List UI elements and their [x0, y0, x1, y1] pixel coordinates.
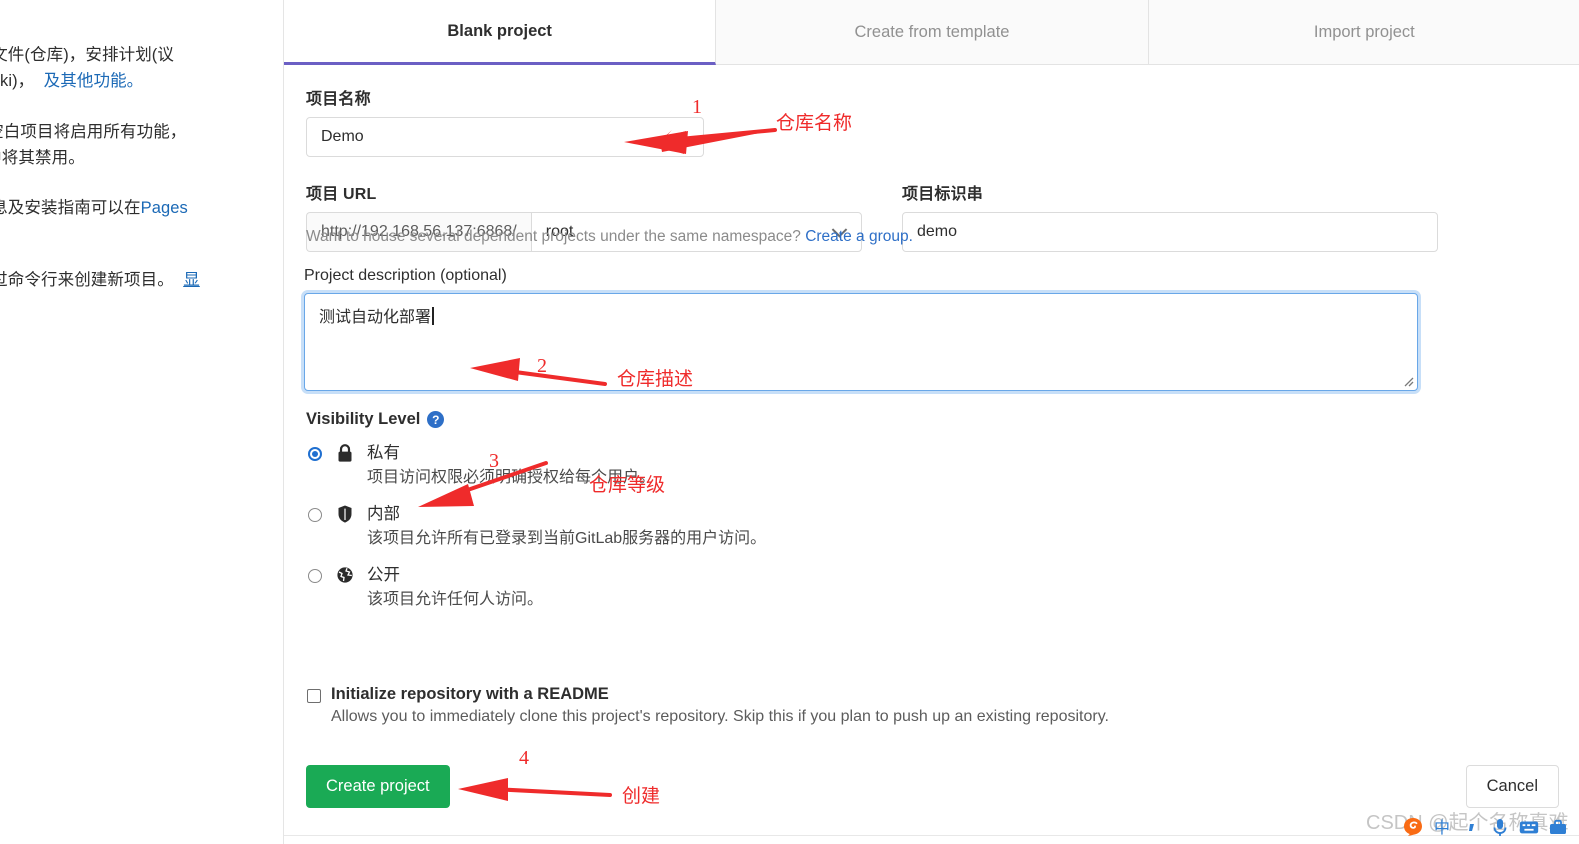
pages-link[interactable]: Pages: [141, 199, 188, 217]
left-article-column: 存放文件(仓库)，安排计划(议 档(wiki)， 及其他功能。 时为空白项目将启…: [0, 0, 282, 844]
visibility-option-public[interactable]: 公开 该项目允许任何人访问。: [306, 563, 1406, 612]
project-name-label: 项目名称: [306, 91, 371, 108]
article-line-7-text: 以通过命令行来创建新项目。: [0, 271, 174, 289]
question-mark-icon[interactable]: ?: [427, 411, 445, 428]
tab-blank-project[interactable]: Blank project: [284, 0, 717, 65]
new-project-panel: Blank project Create from template Impor…: [283, 0, 1579, 844]
chinese-mode-icon[interactable]: 中: [1431, 816, 1453, 838]
readme-label: Initialize repository with a README: [331, 685, 609, 703]
visibility-level-header: Visibility Level ?: [306, 410, 1406, 429]
project-url-label: 项目 URL: [306, 186, 377, 203]
form-actions: Create project Cancel: [306, 765, 1559, 809]
shield-icon: [336, 504, 358, 529]
create-a-group-link[interactable]: Create a group.: [805, 228, 913, 245]
project-description-label: Project description (optional): [304, 267, 507, 284]
project-name-input[interactable]: [306, 117, 704, 157]
visibility-option-private[interactable]: 私有 项目访问权限必须明确授权给每个用户。: [306, 441, 1406, 490]
article-line-5: 的信息及安装指南可以在Pages: [0, 195, 188, 221]
radio-public[interactable]: [308, 569, 322, 583]
svg-text:中: 中: [1434, 819, 1450, 837]
project-slug-field-group: 项目标识串: [902, 180, 1438, 252]
ime-toolbar: 中: [1402, 816, 1579, 838]
article-line-2: 档(wiki)， 及其他功能。: [0, 68, 143, 94]
readme-checkbox[interactable]: [307, 689, 321, 703]
project-type-tabs: Blank project Create from template Impor…: [284, 0, 1579, 65]
visibility-private-title: 私有: [367, 444, 400, 462]
readme-checkbox-line[interactable]: Initialize repository with a README: [306, 685, 1109, 704]
project-slug-label: 项目标识串: [902, 186, 984, 203]
namespace-helper-text: Want to house several dependent projects…: [306, 228, 913, 246]
sogou-logo-icon[interactable]: [1402, 816, 1424, 838]
visibility-internal-text: 内部 该项目允许所有已登录到当前GitLab服务器的用户访问。: [367, 502, 766, 551]
lock-icon: [336, 443, 358, 468]
readme-description: Allows you to immediately clone this pro…: [331, 708, 1109, 725]
other-features-link[interactable]: 及其他功能。: [44, 72, 144, 90]
tab-create-from-template[interactable]: Create from template: [716, 0, 1149, 65]
article-line-5-text: 的信息及安装指南可以在: [0, 199, 141, 217]
visibility-option-internal[interactable]: 内部 该项目允许所有已登录到当前GitLab服务器的用户访问。: [306, 502, 1406, 551]
punctuation-icon[interactable]: [1460, 816, 1482, 838]
project-description-textarea[interactable]: 测试自动化部署: [304, 293, 1418, 391]
radio-internal[interactable]: [308, 508, 322, 522]
globe-icon: [336, 565, 358, 590]
readme-group: Initialize repository with a README Allo…: [306, 685, 1109, 726]
visibility-internal-title: 内部: [367, 505, 400, 523]
show-command-link[interactable]: 显: [183, 271, 200, 289]
keyboard-icon[interactable]: [1518, 816, 1540, 838]
project-description-field-group: Project description (optional) 测试自动化部署: [304, 267, 1559, 391]
article-line-7: 以通过命令行来创建新项目。 显: [0, 267, 200, 293]
visibility-level-label: Visibility Level: [306, 410, 421, 428]
namespace-helper-label: Want to house several dependent projects…: [306, 228, 801, 245]
project-description-value: 测试自动化部署: [319, 309, 432, 326]
text-caret: [432, 307, 434, 325]
create-project-button[interactable]: Create project: [306, 765, 450, 808]
toolbox-icon[interactable]: [1547, 816, 1569, 838]
project-name-field-group: 项目名称: [306, 85, 704, 157]
visibility-level-group: Visibility Level ? 私有 项目访问权限必须明确授权给每个用户。: [306, 410, 1406, 624]
resize-grip-icon[interactable]: [1402, 375, 1414, 387]
microphone-icon[interactable]: [1489, 816, 1511, 838]
visibility-public-text: 公开 该项目允许任何人访问。: [367, 563, 543, 612]
screenshot-root: 存放文件(仓库)，安排计划(议 档(wiki)， 及其他功能。 时为空白项目将启…: [0, 0, 1579, 844]
visibility-public-title: 公开: [367, 566, 400, 584]
article-line-3: 时为空白项目将启用所有功能，: [0, 123, 187, 141]
cancel-button[interactable]: Cancel: [1465, 765, 1559, 808]
article-line-1: 存放文件(仓库)，安排计划(议: [0, 46, 174, 64]
tab-import-project[interactable]: Import project: [1148, 0, 1579, 65]
visibility-private-text: 私有 项目访问权限必须明确授权给每个用户。: [367, 441, 655, 490]
visibility-internal-desc: 该项目允许所有已登录到当前GitLab服务器的用户访问。: [367, 530, 767, 547]
radio-private[interactable]: [308, 447, 322, 461]
project-slug-input[interactable]: [902, 212, 1438, 252]
panel-bottom-divider: [284, 835, 1579, 836]
article-line-2-text: 档(wiki)，: [0, 72, 35, 90]
visibility-public-desc: 该项目允许任何人访问。: [367, 591, 544, 608]
visibility-private-desc: 项目访问权限必须明确授权给每个用户。: [367, 469, 656, 486]
article-line-4: 设置中将其禁用。: [0, 149, 85, 167]
